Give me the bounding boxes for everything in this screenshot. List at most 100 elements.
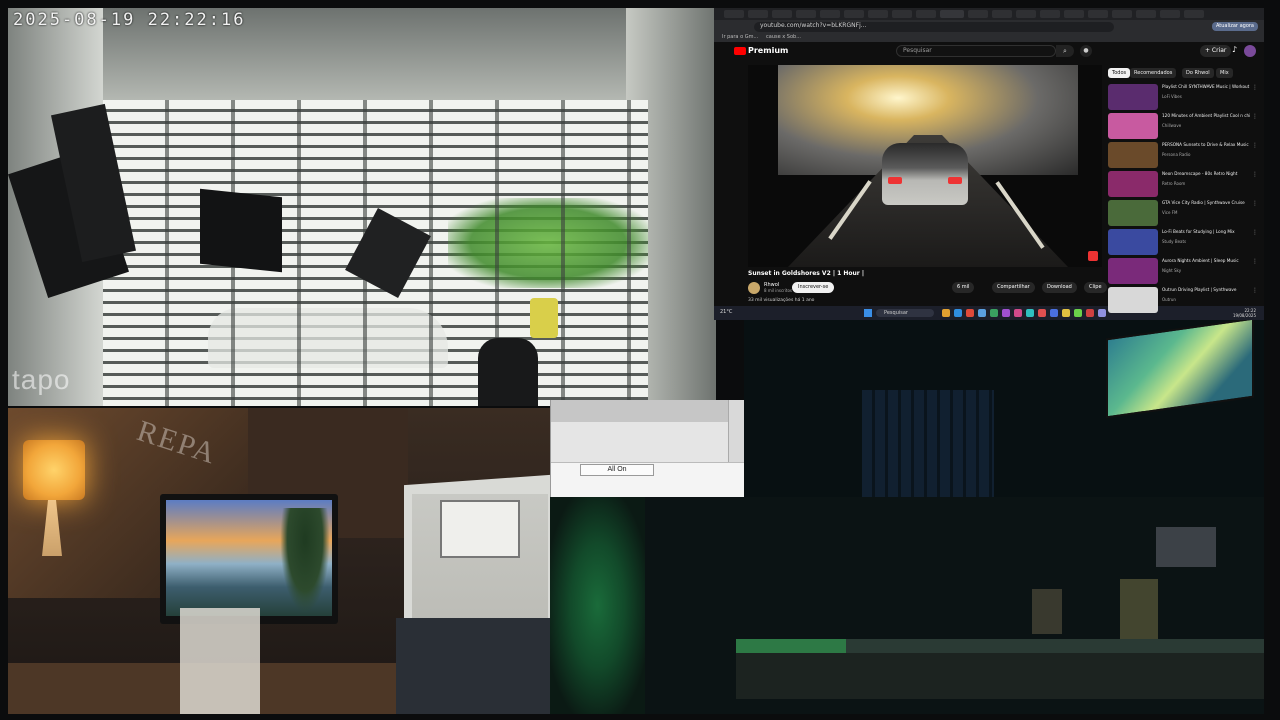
more-options-icon[interactable]: ⋮ [1252, 287, 1258, 294]
browser-tab[interactable] [724, 10, 744, 18]
app-icon[interactable] [1038, 309, 1046, 317]
browser-tab[interactable] [1064, 10, 1084, 18]
recommendation-item[interactable]: Playlist Chill SYNTHWAVE Music | Workout… [1108, 84, 1258, 110]
recommendation-title[interactable]: Aurora Nights Ambient | Sleep Music [1162, 258, 1250, 263]
recommendation-title[interactable]: Playlist Chill SYNTHWAVE Music | Workout… [1162, 84, 1250, 89]
browser-tab[interactable] [968, 10, 988, 18]
recommendation-thumbnail[interactable] [1108, 258, 1158, 284]
create-button[interactable]: + Criar [1200, 45, 1232, 57]
recommendation-title[interactable]: GTA Vice City Radio | Synthwave Cruise [1162, 200, 1250, 205]
taskbar-search[interactable]: Pesquisar [876, 309, 934, 317]
more-options-icon[interactable]: ⋮ [1252, 113, 1258, 120]
browser-tab[interactable] [916, 10, 936, 18]
clip-button[interactable]: Clipe [1084, 282, 1107, 293]
recommendation-channel[interactable]: Retro Room [1162, 181, 1185, 186]
recommendation-thumbnail[interactable] [1108, 84, 1158, 110]
browser-tab[interactable] [992, 10, 1012, 18]
recommendation-thumbnail[interactable] [1108, 171, 1158, 197]
chrome-icon[interactable] [966, 309, 974, 317]
avatar[interactable] [1244, 45, 1256, 57]
more-options-icon[interactable]: ⋮ [1252, 142, 1258, 149]
recommendation-item[interactable]: Neon Dreamscape - 80s Retro Night Retro R… [1108, 171, 1258, 197]
browser-tab[interactable] [1088, 10, 1108, 18]
chip-recommended[interactable]: Recomendados [1130, 68, 1177, 78]
subscribe-button[interactable]: Inscrever-se [792, 282, 835, 293]
update-button[interactable]: Atualizar agora [1211, 22, 1258, 31]
app-icon[interactable] [1098, 309, 1106, 317]
recommendation-channel[interactable]: Study Beats [1162, 239, 1186, 244]
youtube-search-input[interactable]: Pesquisar [896, 45, 1056, 57]
bookmark-item[interactable]: Ir para o Gm... [722, 34, 758, 40]
search-icon[interactable]: ⌕ [1056, 45, 1074, 57]
app-icon[interactable] [1050, 309, 1058, 317]
share-button[interactable]: Compartilhar [992, 282, 1035, 293]
recommendation-channel[interactable]: Persona Radio [1162, 152, 1190, 157]
browser-tab[interactable] [772, 10, 792, 18]
video-player[interactable] [748, 65, 1102, 267]
recommendation-channel[interactable]: Chillwave [1162, 123, 1181, 128]
app-icon[interactable] [1014, 309, 1022, 317]
recommendation-item[interactable]: Outrun Driving Playlist | Synthwave Outru… [1108, 287, 1258, 313]
browser-tab[interactable] [1112, 10, 1132, 18]
recommendation-title[interactable]: Outrun Driving Playlist | Synthwave [1162, 287, 1250, 292]
recommendation-title[interactable]: Neon Dreamscape - 80s Retro Night [1162, 171, 1250, 176]
channel-avatar[interactable] [748, 282, 760, 294]
like-button[interactable]: 6 mil [952, 282, 975, 293]
app-icon[interactable] [1086, 309, 1094, 317]
weather-widget[interactable]: 21°C [720, 309, 732, 315]
recommendation-title[interactable]: Lo-Fi Beats for Studying | Long Mix [1162, 229, 1250, 234]
app-icon[interactable] [990, 309, 998, 317]
browser-tab[interactable] [1016, 10, 1036, 18]
browser-tab[interactable] [1040, 10, 1060, 18]
app-icon[interactable] [1062, 309, 1070, 317]
youtube-logo-icon[interactable] [734, 47, 746, 55]
browser-tab[interactable] [796, 10, 816, 18]
recommendation-thumbnail[interactable] [1108, 113, 1158, 139]
browser-tab[interactable] [820, 10, 840, 18]
app-icon[interactable] [1074, 309, 1082, 317]
recommendation-thumbnail[interactable] [1108, 287, 1158, 313]
browser-tab[interactable] [748, 10, 768, 18]
recommendation-channel[interactable]: Vice FM [1162, 210, 1177, 215]
more-options-icon[interactable]: ⋮ [1252, 171, 1258, 178]
chip-mix[interactable]: Mix [1216, 68, 1233, 78]
recommendation-thumbnail[interactable] [1108, 229, 1158, 255]
browser-tab[interactable] [892, 10, 912, 18]
recommendation-item[interactable]: Lo-Fi Beats for Studying | Long Mix Study… [1108, 229, 1258, 255]
browser-tab[interactable] [1160, 10, 1180, 18]
recommendation-channel[interactable]: Night Sky [1162, 268, 1181, 273]
more-options-icon[interactable]: ⋮ [1252, 258, 1258, 265]
browser-tab[interactable] [868, 10, 888, 18]
all-on-button[interactable]: All On [580, 464, 654, 476]
start-icon[interactable] [864, 309, 872, 317]
recommendation-item[interactable]: Aurora Nights Ambient | Sleep Music Night… [1108, 258, 1258, 284]
browser-tab[interactable] [844, 10, 864, 18]
address-bar[interactable]: youtube.com/watch?v=bLKRGNFj... [754, 22, 1114, 32]
recommendation-channel[interactable]: Outrun [1162, 297, 1176, 302]
subscribe-watermark-icon[interactable] [1088, 251, 1098, 261]
store-icon[interactable] [978, 309, 986, 317]
app-icon[interactable] [1002, 309, 1010, 317]
bookmark-item[interactable]: cause x Sob... [766, 34, 801, 40]
download-button[interactable]: Download [1042, 282, 1077, 293]
browser-tab[interactable] [1136, 10, 1156, 18]
more-options-icon[interactable]: ⋮ [1252, 229, 1258, 236]
recommendation-item[interactable]: GTA Vice City Radio | Synthwave Cruise Vi… [1108, 200, 1258, 226]
video-description[interactable]: 33 mil visualizações há 1 ano [748, 298, 814, 303]
browser-tab-active[interactable] [940, 10, 964, 18]
file-explorer-icon[interactable] [942, 309, 950, 317]
recommendation-thumbnail[interactable] [1108, 142, 1158, 168]
recommendation-thumbnail[interactable] [1108, 200, 1158, 226]
more-options-icon[interactable]: ⋮ [1252, 200, 1258, 207]
recommendation-item[interactable]: 120 Minutes of Ambient Playlist Cool n c… [1108, 113, 1258, 139]
recommendation-channel[interactable]: LoFi Vibes [1162, 94, 1182, 99]
microphone-icon[interactable]: ● [1080, 45, 1092, 57]
chip-all[interactable]: Todos [1108, 68, 1131, 78]
more-options-icon[interactable]: ⋮ [1252, 84, 1258, 91]
notification-bell-icon[interactable]: ♪ [1232, 45, 1237, 54]
recommendation-title[interactable]: PERSONA Sunsets to Drive & Relax Music [1162, 142, 1250, 147]
edge-icon[interactable] [954, 309, 962, 317]
app-icon[interactable] [1026, 309, 1034, 317]
recommendation-item[interactable]: PERSONA Sunsets to Drive & Relax Music Pe… [1108, 142, 1258, 168]
chip-from-channel[interactable]: Do Rhwol [1182, 68, 1214, 78]
